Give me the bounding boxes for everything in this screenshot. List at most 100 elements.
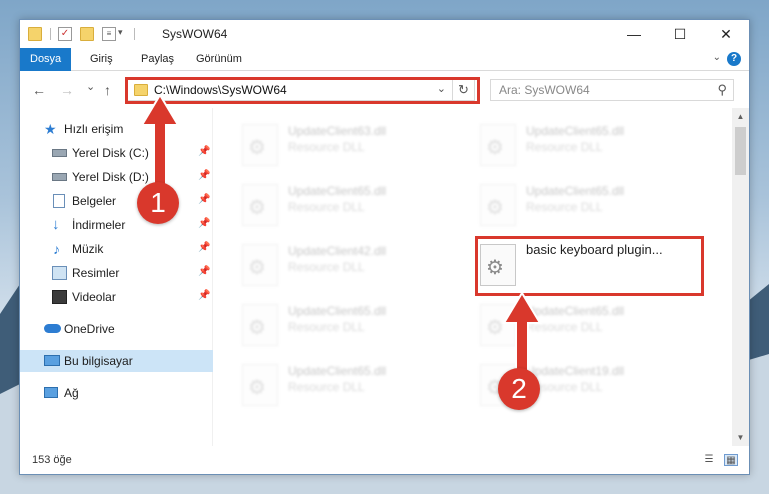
sidebar-item-label: İndirmeler xyxy=(72,218,126,232)
window-title: SysWOW64 xyxy=(162,27,228,41)
sidebar-item-label: Ağ xyxy=(64,386,79,400)
network-icon xyxy=(44,387,58,398)
sidebar-item-onedrive[interactable]: OneDrive xyxy=(20,318,213,340)
pin-icon[interactable]: 📌 xyxy=(198,218,210,229)
scroll-up-icon[interactable]: ▲ xyxy=(732,108,749,125)
ribbon: Dosya Giriş Paylaş Görünüm ⌄ ? xyxy=(20,48,749,71)
pin-icon[interactable]: 📌 xyxy=(198,242,210,253)
chevron-down-icon[interactable]: ▾ xyxy=(118,27,132,41)
file-type: Resource DLL xyxy=(526,200,603,214)
maximize-button[interactable]: ☐ xyxy=(657,20,703,48)
pin-icon[interactable]: 📌 xyxy=(198,146,210,157)
pin-icon[interactable]: 📌 xyxy=(198,290,210,301)
tab-file[interactable]: Dosya xyxy=(20,48,72,71)
new-folder-icon[interactable] xyxy=(80,27,94,41)
callout-badge-1: 1 xyxy=(137,182,179,224)
large-icons-view-icon[interactable]: ▦ xyxy=(724,454,738,466)
help-button[interactable]: ? xyxy=(727,52,741,66)
tab-view[interactable]: Görünüm xyxy=(186,48,252,71)
callout-badge-2: 2 xyxy=(498,368,540,410)
chevron-down-icon[interactable]: ⌄ xyxy=(713,52,721,63)
callout-arrow-1 xyxy=(140,95,180,186)
properties-icon[interactable]: ✓ xyxy=(58,27,72,41)
status-bar: 153 öğe ☰ ▦ xyxy=(20,446,749,474)
pin-icon[interactable]: 📌 xyxy=(198,266,210,277)
file-item[interactable]: ⚙ UpdateClient65.dll Resource DLL xyxy=(242,180,462,230)
vertical-scrollbar[interactable]: ▲ ▼ xyxy=(732,108,749,446)
title-bar: ✓ ≡ ▾ SysWOW64 — ☐ ✕ xyxy=(20,20,749,48)
drive-icon xyxy=(52,149,67,157)
sidebar-item-downloads[interactable]: ↓ İndirmeler 📌 xyxy=(20,214,213,236)
documents-icon xyxy=(53,194,65,208)
computer-icon xyxy=(44,355,60,366)
star-icon: ★ xyxy=(44,121,57,137)
details-view-icon[interactable]: ☰ xyxy=(702,454,716,466)
sidebar-item-videos[interactable]: Videolar 📌 xyxy=(20,286,213,308)
sidebar-item-label: Bu bilgisayar xyxy=(64,354,133,368)
dll-file-icon: ⚙ xyxy=(242,304,278,346)
dll-file-icon: ⚙ xyxy=(242,244,278,286)
file-item[interactable]: ⚙ UpdateClient63.dll Resource DLL xyxy=(242,120,462,170)
sidebar-item-this-pc[interactable]: Bu bilgisayar xyxy=(20,350,213,372)
file-item[interactable]: ⚙ UpdateClient42.dll Resource DLL xyxy=(242,240,462,290)
file-type: Resource DLL xyxy=(288,140,365,154)
music-icon: ♪ xyxy=(53,241,60,257)
videos-icon xyxy=(52,290,67,304)
dll-file-icon: ⚙ xyxy=(480,124,516,166)
sidebar-item-label: Hızlı erişim xyxy=(64,122,124,136)
divider xyxy=(134,28,135,40)
file-name: UpdateClient42.dll xyxy=(288,244,387,258)
file-type: Resource DLL xyxy=(288,200,365,214)
file-type: Resource DLL xyxy=(288,380,365,394)
close-button[interactable]: ✕ xyxy=(703,20,749,48)
search-icon[interactable]: ⚲ xyxy=(717,82,727,98)
minimize-button[interactable]: — xyxy=(611,20,657,48)
divider xyxy=(50,28,51,40)
sidebar-item-label: Belgeler xyxy=(72,194,117,208)
folder-icon xyxy=(28,27,42,41)
explorer-window: ✓ ≡ ▾ SysWOW64 — ☐ ✕ Dosya Giriş Paylaş … xyxy=(19,19,750,475)
sidebar-item-label: OneDrive xyxy=(64,322,115,336)
item-count: 153 öğe xyxy=(32,454,72,466)
file-item[interactable]: ⚙ UpdateClient65.dll Resource DLL xyxy=(480,180,700,230)
file-item[interactable]: ⚙ UpdateClient65.dll Resource DLL xyxy=(242,300,462,350)
file-name: UpdateClient65.dll xyxy=(526,184,625,198)
pin-icon[interactable]: 📌 xyxy=(198,170,210,181)
dll-file-icon: ⚙ xyxy=(480,184,516,226)
dll-file-icon: ⚙ xyxy=(242,184,278,226)
sidebar-item-network[interactable]: Ağ xyxy=(20,382,213,404)
sidebar-item-music[interactable]: ♪ Müzik 📌 xyxy=(20,238,213,260)
file-type: Resource DLL xyxy=(288,320,365,334)
downloads-icon: ↓ xyxy=(52,216,60,233)
file-highlight xyxy=(475,236,704,296)
file-name: UpdateClient65.dll xyxy=(288,364,387,378)
sidebar-item-label: Videolar xyxy=(72,290,116,304)
file-type: Resource DLL xyxy=(288,260,365,274)
file-name: UpdateClient63.dll xyxy=(288,124,387,138)
customize-icon[interactable]: ≡ xyxy=(102,27,116,41)
up-button[interactable]: ↑ xyxy=(104,82,111,98)
tab-home[interactable]: Giriş xyxy=(80,48,123,71)
dll-file-icon: ⚙ xyxy=(242,364,278,406)
dll-file-icon: ⚙ xyxy=(242,124,278,166)
pin-icon[interactable]: 📌 xyxy=(198,194,210,205)
file-item[interactable]: ⚙ UpdateClient65.dll Resource DLL xyxy=(242,360,462,410)
search-box[interactable]: Ara: SysWOW64 ⚲ xyxy=(490,79,734,101)
file-type: Resource DLL xyxy=(526,140,603,154)
cloud-icon xyxy=(44,324,61,333)
scroll-thumb[interactable] xyxy=(735,127,746,175)
file-item[interactable]: ⚙ UpdateClient65.dll Resource DLL xyxy=(480,120,700,170)
search-input[interactable]: Ara: SysWOW64 xyxy=(499,83,590,97)
scroll-down-icon[interactable]: ▼ xyxy=(732,429,749,446)
recent-locations-button[interactable]: ⌄ xyxy=(86,80,95,93)
file-name: UpdateClient65.dll xyxy=(288,304,387,318)
drive-icon xyxy=(52,173,67,181)
sidebar-item-pictures[interactable]: Resimler 📌 xyxy=(20,262,213,284)
sidebar-item-label: Müzik xyxy=(72,242,104,256)
pictures-icon xyxy=(52,266,67,280)
forward-button[interactable]: → xyxy=(60,82,74,98)
sidebar-item-label: Resimler xyxy=(72,266,120,280)
back-button[interactable]: ← xyxy=(32,82,46,98)
tab-share[interactable]: Paylaş xyxy=(131,48,184,71)
file-name: UpdateClient65.dll xyxy=(526,124,625,138)
